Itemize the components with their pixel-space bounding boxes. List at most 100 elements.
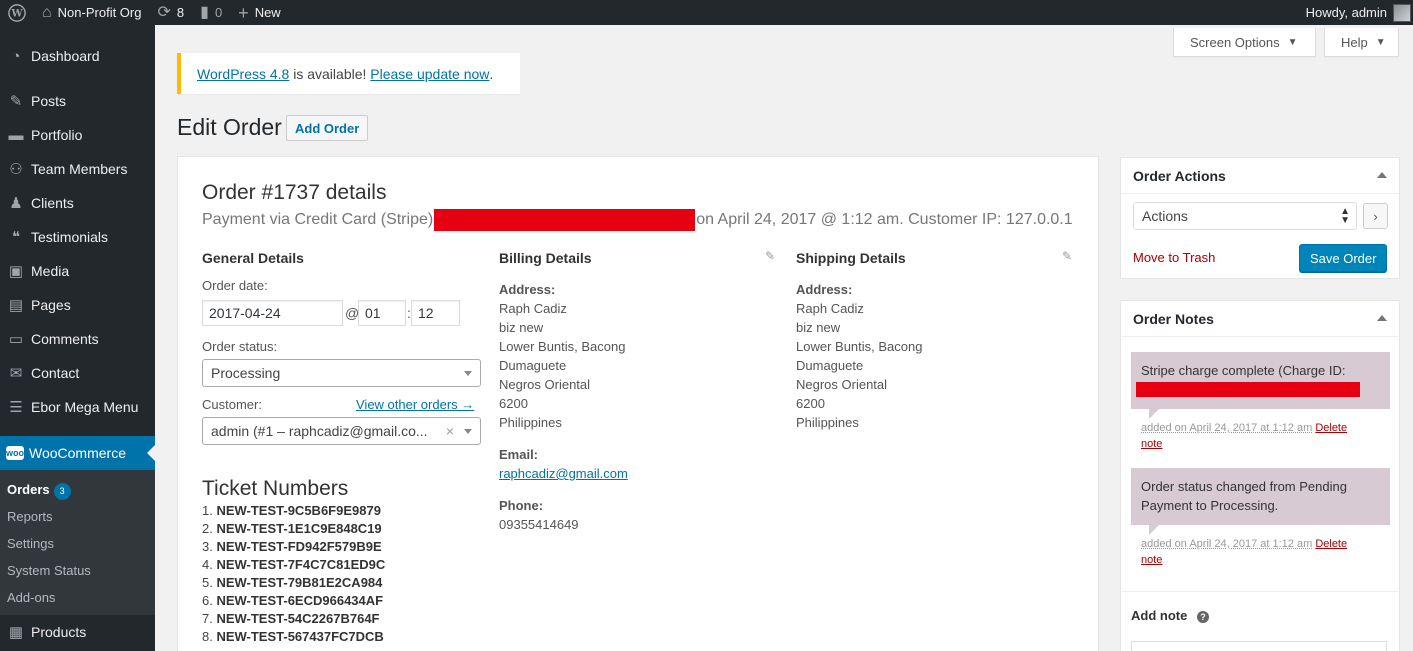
box-icon: ▦ xyxy=(6,623,26,641)
menu-team-members[interactable]: ⚇ Team Members xyxy=(0,152,155,186)
shipping-details-heading: Shipping Details xyxy=(796,250,906,266)
team-icon: ⚇ xyxy=(6,160,26,178)
add-order-button[interactable]: Add Order xyxy=(286,115,368,141)
comments-count: 0 xyxy=(215,5,222,20)
submenu-add-ons[interactable]: Add-ons xyxy=(0,584,155,611)
dropdown-arrow-icon xyxy=(464,371,472,380)
menu-label: Pages xyxy=(31,297,71,313)
menu-posts[interactable]: ✎ Posts xyxy=(0,84,155,118)
menu-testimonials[interactable]: ❝ Testimonials xyxy=(0,220,155,254)
add-note-text: Add note xyxy=(1131,608,1187,623)
address-line: Lower Buntis, Bacong xyxy=(499,337,628,356)
submenu-system-status[interactable]: System Status xyxy=(0,557,155,584)
order-notes-header[interactable]: Order Notes xyxy=(1121,301,1399,337)
list-item: 4. NEW-TEST-7F4C7C81ED9C xyxy=(202,556,385,574)
collapse-arrow-icon[interactable] xyxy=(1377,172,1387,178)
menu-label: Contact xyxy=(31,365,79,381)
updates-count: 8 xyxy=(177,5,184,20)
menu-label: Portfolio xyxy=(31,127,82,143)
ticket-code: NEW-TEST-79B81E2CA984 xyxy=(216,575,382,590)
update-notice: WordPress 4.8 is available! Please updat… xyxy=(177,53,520,94)
menu-dashboard[interactable]: ◔ Dashboard xyxy=(0,39,155,73)
site-name-link[interactable]: ⌂ Non-Profit Org xyxy=(34,0,149,25)
woo-icon: woo xyxy=(6,446,24,460)
address-line: 6200 xyxy=(796,394,922,413)
redaction-bar xyxy=(1136,382,1360,397)
order-actions-header[interactable]: Order Actions xyxy=(1121,158,1399,194)
email-link[interactable]: raphcadiz@gmail.com xyxy=(499,466,628,481)
address-line: Lower Buntis, Bacong xyxy=(796,337,922,356)
payment-method: Payment via Credit Card (Stripe) xyxy=(202,211,433,229)
menu-ebor-mega-menu[interactable]: ☰ Ebor Mega Menu xyxy=(0,390,155,424)
note-added-date: added on April 24, 2017 at 1:12 am xyxy=(1141,422,1312,434)
order-action-value: Actions xyxy=(1142,208,1188,224)
updates-icon: ⟳ xyxy=(157,5,170,21)
my-account-link[interactable]: Howdy, admin xyxy=(1298,0,1413,25)
order-action-select[interactable]: Actions ▲ ▼ xyxy=(1133,202,1357,230)
menu-comments[interactable]: ▭ Comments xyxy=(0,322,155,356)
order-date-input[interactable]: 2017-04-24 xyxy=(202,300,343,326)
ticket-index: 1. xyxy=(202,503,213,518)
menu-pages[interactable]: ▤ Pages xyxy=(0,288,155,322)
wordpress-version-link[interactable]: WordPress 4.8 xyxy=(197,66,289,82)
update-now-link[interactable]: Please update now xyxy=(370,66,489,82)
save-order-button[interactable]: Save Order xyxy=(1299,244,1387,272)
notice-text: is available! xyxy=(289,66,370,82)
screen-options-label: Screen Options xyxy=(1190,35,1280,50)
note-added-date: added on April 24, 2017 at 1:12 am xyxy=(1141,538,1312,550)
wordpress-logo[interactable]: W xyxy=(0,0,34,25)
comment-icon: ▭ xyxy=(6,330,26,348)
menu-contact[interactable]: ✉ Contact xyxy=(0,356,155,390)
collapse-arrow-icon[interactable] xyxy=(1377,315,1387,321)
help-tip-icon[interactable]: ? xyxy=(1197,611,1209,623)
menu-label: Comments xyxy=(31,331,99,347)
pages-icon: ▤ xyxy=(6,296,26,314)
edit-billing-pencil-icon[interactable]: ✎ xyxy=(765,249,775,263)
site-name: Non-Profit Org xyxy=(58,5,142,20)
menu-media[interactable]: ▣ Media xyxy=(0,254,155,288)
order-hour-input[interactable]: 01 xyxy=(358,300,406,326)
menu-portfolio[interactable]: ▬ Portfolio xyxy=(0,118,155,152)
view-other-orders-link[interactable]: View other orders → xyxy=(356,397,474,412)
address-line: Negros Oriental xyxy=(796,375,922,394)
new-content-link[interactable]: + New xyxy=(230,0,289,25)
list-item: 1. NEW-TEST-9C5B6F9E9879 xyxy=(202,502,385,520)
screen-options-button[interactable]: Screen Options ▼ xyxy=(1173,28,1316,57)
submenu-settings[interactable]: Settings xyxy=(0,530,155,557)
edit-shipping-pencil-icon[interactable]: ✎ xyxy=(1062,249,1072,263)
quote-icon: ❝ xyxy=(6,228,26,246)
order-status-select[interactable]: Processing xyxy=(202,359,481,387)
notice-end: . xyxy=(489,66,493,82)
wordpress-icon: W xyxy=(8,4,26,22)
comments-link[interactable]: ▮ 0 xyxy=(192,0,230,25)
menu-label: Clients xyxy=(31,195,74,211)
list-item: 3. NEW-TEST-FD942F579B9E xyxy=(202,538,385,556)
billing-address: Address: Raph Cadiz biz new Lower Buntis… xyxy=(499,280,628,534)
apply-action-button[interactable]: › xyxy=(1363,203,1388,229)
help-button[interactable]: Help ▼ xyxy=(1324,28,1399,57)
customer-select[interactable]: admin (#1 – raphcadiz@gmail.co... × xyxy=(202,417,481,445)
move-to-trash-link[interactable]: Move to Trash xyxy=(1133,250,1215,265)
menu-products[interactable]: ▦ Products xyxy=(0,615,155,649)
woocommerce-submenu: Orders 3 Reports Settings System Status A… xyxy=(0,470,155,615)
address-line: Philippines xyxy=(796,413,922,432)
add-note-textarea[interactable] xyxy=(1131,641,1387,651)
menu-woocommerce[interactable]: woo WooCommerce xyxy=(0,436,155,470)
page-title: Edit Order xyxy=(177,114,282,141)
redaction-bar xyxy=(434,209,695,231)
menu-label: WooCommerce xyxy=(29,445,126,461)
submenu-orders[interactable]: Orders 3 xyxy=(0,476,155,503)
billing-details-heading: Billing Details xyxy=(499,250,592,266)
address-line: 6200 xyxy=(499,394,628,413)
address-line: Dumaguete xyxy=(796,356,922,375)
menu-label: Dashboard xyxy=(31,48,100,64)
menu-clients[interactable]: ♟ Clients xyxy=(0,186,155,220)
clear-x-icon[interactable]: × xyxy=(446,423,454,439)
submenu-reports[interactable]: Reports xyxy=(0,503,155,530)
ticket-numbers-heading: Ticket Numbers xyxy=(202,477,348,501)
updates-link[interactable]: ⟳ 8 xyxy=(149,0,192,25)
general-details-heading: General Details xyxy=(202,250,304,266)
order-minute-input[interactable]: 12 xyxy=(411,300,460,326)
chevron-right-icon: › xyxy=(1373,209,1377,224)
admin-menu: ◔ Dashboard ✎ Posts ▬ Portfolio ⚇ Team Membe… xyxy=(0,25,155,651)
